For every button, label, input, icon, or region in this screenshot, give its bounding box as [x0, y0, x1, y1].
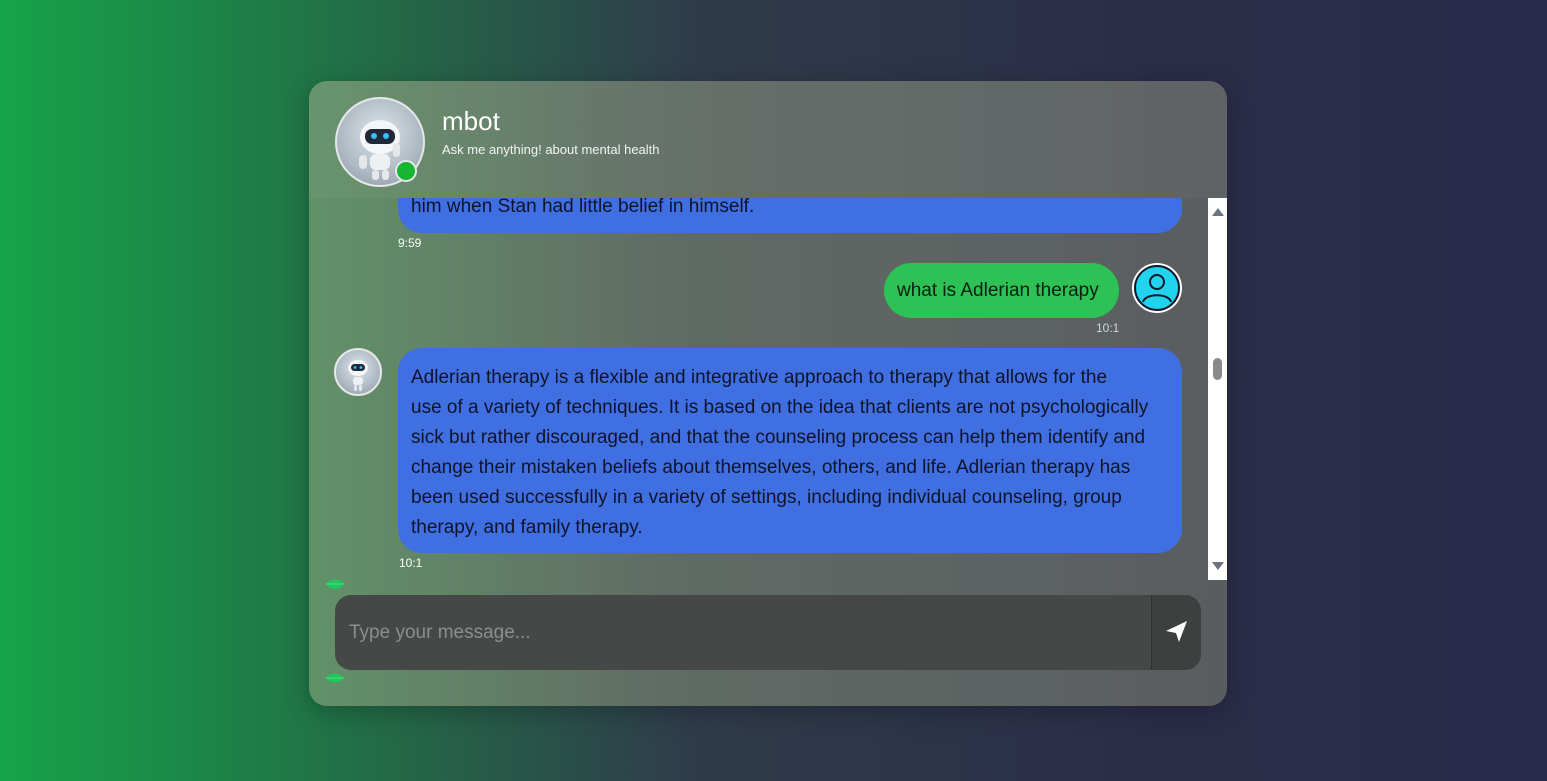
user-avatar — [1132, 263, 1182, 313]
bot-message-line: therapy, and family therapy. — [411, 517, 643, 538]
send-arrow-icon — [1166, 621, 1187, 642]
message-timestamp: 10:1 — [399, 556, 423, 570]
chat-header: mbot Ask me anything! about mental healt… — [309, 81, 1227, 198]
user-message-text: what is Adlerian therapy — [897, 279, 1099, 301]
bot-message-line: been used successfully in a variety of s… — [411, 487, 1122, 508]
robot-avatar-icon — [348, 360, 368, 391]
bot-name: mbot — [442, 106, 500, 136]
bot-message-text: him when Stan had little belief in himse… — [411, 198, 755, 217]
message-timestamp: 9:59 — [398, 236, 422, 250]
online-status-dot — [395, 160, 417, 182]
bot-message-line: sick but rather discouraged, and that th… — [411, 427, 1146, 448]
message-input[interactable] — [335, 595, 1151, 670]
scroll-up-arrow-icon[interactable] — [1212, 208, 1224, 216]
message-list[interactable]: him when Stan had little belief in himse… — [309, 198, 1209, 580]
bot-subtitle: Ask me anything! about mental health — [442, 142, 660, 157]
scrollbar-thumb[interactable] — [1213, 358, 1222, 380]
leaf-icon — [326, 579, 344, 590]
composer — [335, 595, 1201, 670]
leaf-icon — [326, 673, 344, 683]
message-scrollbar[interactable] — [1208, 198, 1227, 580]
bot-avatar-small — [334, 348, 382, 396]
user-message-bubble: what is Adlerian therapy — [884, 263, 1119, 318]
chat-window: mbot Ask me anything! about mental healt… — [309, 81, 1227, 706]
bot-message-line: Adlerian therapy is a flexible and integ… — [411, 367, 1108, 388]
scroll-down-arrow-icon[interactable] — [1212, 562, 1224, 570]
send-button[interactable] — [1151, 595, 1201, 670]
bot-message-line: use of a variety of techniques. It is ba… — [411, 397, 1149, 418]
bot-message-line: change their mistaken beliefs about them… — [411, 457, 1131, 478]
user-avatar-icon — [1134, 265, 1180, 311]
message-timestamp: 10:1 — [1096, 321, 1120, 335]
bot-message-bubble: him when Stan had little belief in himse… — [398, 198, 1182, 233]
bot-message-bubble: Adlerian therapy is a flexible and integ… — [398, 348, 1182, 553]
